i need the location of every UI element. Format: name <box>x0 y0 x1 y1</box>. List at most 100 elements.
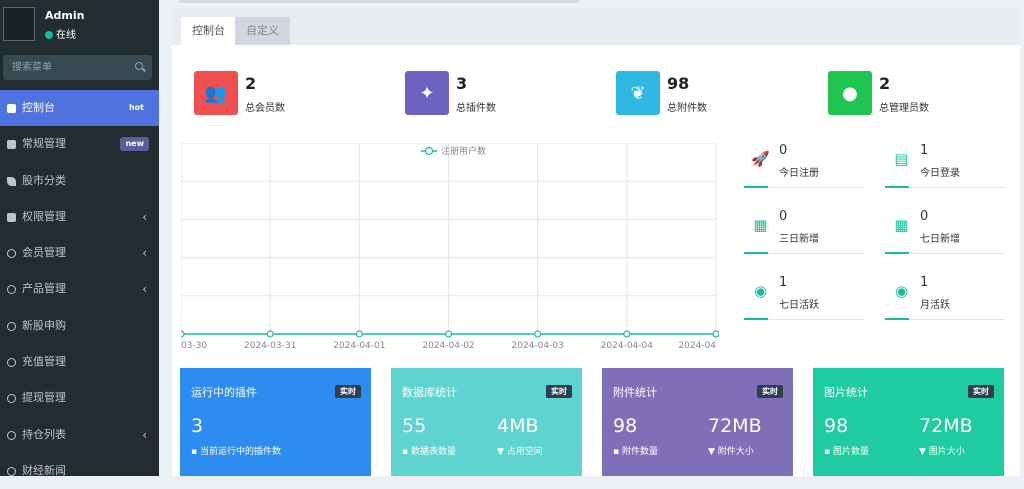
circle-icon <box>7 430 16 440</box>
card-label-2: ▼ 附件大小 <box>708 444 754 457</box>
users-icon: 👥 <box>194 71 238 115</box>
stat-label: 总会员数 <box>245 103 285 114</box>
card-label-2-text: 附件大小 <box>717 447 754 457</box>
stat-value: 98 <box>667 74 690 93</box>
data-point[interactable] <box>623 330 631 338</box>
sidebar-item-9[interactable]: 持仓列表 ‹ <box>0 417 159 453</box>
card-label-1-text: 附件数量 <box>621 447 658 457</box>
accent-bar <box>885 186 909 188</box>
chevron-left-icon[interactable]: ‹ <box>142 417 147 453</box>
card-label-1-icon: ▪ <box>402 447 411 457</box>
mini-stat: ▦ 0 七日新增 <box>885 209 1005 254</box>
sidebar-item-label: 充值管理 <box>22 355 66 369</box>
legend-label[interactable]: 注册用户数 <box>441 145 486 157</box>
user-circle-icon: ◉ <box>894 282 909 300</box>
sidebar-item-label: 产品管理 <box>22 282 66 296</box>
filter-icon: ▼ <box>497 447 507 457</box>
stat-label: 总插件数 <box>456 103 496 114</box>
stat-box: ❦ 98 总附件数 <box>616 71 796 127</box>
card-label-2: ▼ 占用空间 <box>497 444 543 457</box>
chevron-left-icon[interactable]: ‹ <box>142 235 147 271</box>
breadcrumb-strip <box>179 0 579 3</box>
sidebar-item-7[interactable]: 充值管理 <box>0 344 159 380</box>
mini-stat-label: 三日新增 <box>779 234 819 245</box>
sidebar-item-label: 常规管理 <box>22 137 66 151</box>
chevron-left-icon[interactable]: ‹ <box>142 199 147 235</box>
data-point[interactable] <box>355 330 363 338</box>
card-title: 图片统计 <box>824 386 868 399</box>
card-value-2: 72MB <box>919 415 973 437</box>
search-icon[interactable] <box>135 62 143 70</box>
mini-stat-value: 0 <box>920 209 929 224</box>
data-point[interactable] <box>534 330 542 338</box>
sidebar-item-5[interactable]: 产品管理 ‹ <box>0 271 159 307</box>
card-label-1-icon: ▪ <box>191 447 200 457</box>
circle-icon <box>7 358 16 368</box>
card-label-1: ▪ 附件数量 <box>613 444 658 457</box>
stat-label: 总管理员数 <box>879 103 929 114</box>
circle-icon <box>7 321 16 331</box>
x-tick-label: 2024-04-01 <box>333 341 385 351</box>
card-label-1-text: 图片数量 <box>832 447 869 457</box>
sidebar: Admin 在线 搜索菜单 控制台 hot 常规管理 new 股市分类 权限管理 ‹ 会员管理… <box>0 0 159 477</box>
mini-stat: ▤ 1 今日登录 <box>885 143 1005 188</box>
data-point[interactable] <box>266 330 274 338</box>
legend-marker-icon[interactable] <box>424 146 434 156</box>
sidebar-item-label: 控制台 <box>22 101 55 114</box>
card-label-1: ▪ 图片数量 <box>824 444 869 457</box>
circle-icon <box>7 466 16 476</box>
sidebar-item-10[interactable]: 财经新闻 <box>0 453 159 489</box>
sidebar-item-4[interactable]: 会员管理 ‹ <box>0 235 159 271</box>
sidebar-item-1[interactable]: 常规管理 new <box>0 126 159 162</box>
sidebar-item-label: 提现管理 <box>22 391 66 405</box>
mini-stat-label: 七日活跃 <box>779 300 819 311</box>
filter-icon: ▼ <box>708 447 718 457</box>
sidebar-item-0[interactable]: 控制台 hot <box>0 90 159 127</box>
group-icon <box>7 212 16 222</box>
sidebar-item-3[interactable]: 权限管理 ‹ <box>0 199 159 235</box>
menu-badge: new <box>120 137 149 152</box>
circle-icon <box>7 394 16 404</box>
sidebar-item-label: 持仓列表 <box>22 427 66 441</box>
sidebar-item-label: 股市分类 <box>22 173 66 187</box>
stat-box: ● 2 总管理员数 <box>828 71 1008 127</box>
sidebar-item-label: 财经新闻 <box>22 463 66 477</box>
x-tick-label: 2024-04-02 <box>422 341 474 351</box>
search-box[interactable]: 搜索菜单 <box>3 55 152 80</box>
online-dot-icon <box>45 31 53 39</box>
magic-icon: ✦ <box>405 71 449 115</box>
sidebar-item-label: 新股申购 <box>22 318 66 332</box>
stat-value: 2 <box>879 74 891 93</box>
card-label-1-text: 当前运行中的插件数 <box>199 447 281 457</box>
stat-box: 👥 2 总会员数 <box>194 71 374 127</box>
mini-stat-label: 七日新增 <box>920 234 960 245</box>
main-content: 控制台 自定义 👥 2 总会员数 ✦ 3 总插件数 ❦ 98 总附件数 ● 2 总管理员数 03-30… <box>159 0 1024 476</box>
chevron-left-icon[interactable]: ‹ <box>142 271 147 307</box>
card-label-1-icon: ▪ <box>613 447 622 457</box>
stat-value: 3 <box>456 74 468 93</box>
data-point[interactable] <box>181 330 185 338</box>
sidebar-item-label: 会员管理 <box>22 246 66 260</box>
data-point[interactable] <box>444 330 453 338</box>
dashboard-icon <box>7 104 16 113</box>
user-circle-icon <box>7 249 16 259</box>
tab-custom[interactable]: 自定义 <box>235 17 290 45</box>
sidebar-item-2[interactable]: 股市分类 <box>0 163 159 199</box>
sidebar-item-8[interactable]: 提现管理 <box>0 380 159 416</box>
search-input[interactable]: 搜索菜单 <box>3 55 128 80</box>
tab-dashboard[interactable]: 控制台 <box>181 17 236 45</box>
realtime-badge: 实时 <box>335 385 361 398</box>
data-point[interactable] <box>712 330 719 338</box>
sidebar-item-6[interactable]: 新股申购 <box>0 308 159 344</box>
card-label-1: ▪ 数据表数量 <box>402 444 456 457</box>
avatar[interactable] <box>3 7 35 41</box>
calendar-plus-icon: ▦ <box>894 216 909 234</box>
x-tick-label: 2024-04 <box>678 341 716 351</box>
card-value-1: 98 <box>824 415 849 437</box>
mini-stat-value: 1 <box>920 275 929 290</box>
card-label-2: ▼ 图片大小 <box>919 444 965 457</box>
user-status: 在线 <box>45 26 76 41</box>
mini-stat-value: 1 <box>920 143 929 158</box>
accent-bar <box>744 318 768 320</box>
tab-bar: 控制台 自定义 <box>172 9 1020 45</box>
